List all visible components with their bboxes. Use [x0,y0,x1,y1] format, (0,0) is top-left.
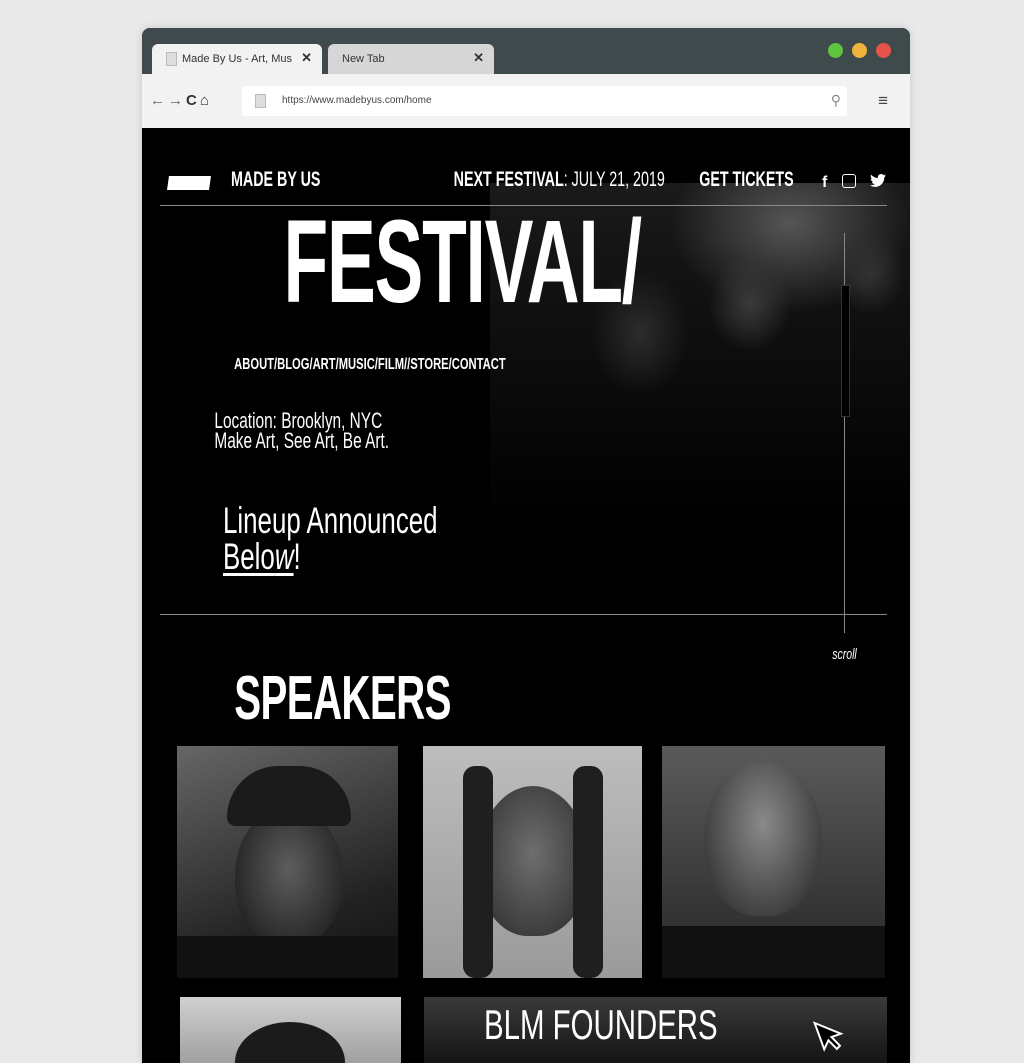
close-window-button[interactable] [876,43,891,58]
page-icon [166,52,177,66]
speakers-heading: SPEAKERS [234,664,451,733]
lineup-line: Lineup Announced [222,500,438,541]
main-nav[interactable]: ABOUT/BLOG/ART/MUSIC/FILM//STORE/CONTACT [234,356,505,374]
forward-icon[interactable]: → [168,92,186,109]
website-content: MADE BY US NEXT FESTIVAL: JULY 21, 2019 … [142,128,910,1063]
tab-new-tab[interactable]: New Tab ✕ [328,44,494,74]
blm-founders-heading: BLM FOUNDERS [484,1001,718,1048]
location-text: Location: Brooklyn, NYC Make Art, See Ar… [214,410,390,453]
back-icon[interactable]: ← [150,92,168,109]
tab-title: New Tab [342,53,385,65]
social-links: f [822,174,896,192]
close-tab-icon[interactable]: ✕ [473,50,484,66]
below-text-w: w [274,536,294,577]
address-bar: ←→C⌂ https://www.madebyus.com/home ⚲ ≡ [142,74,910,129]
browser-window: Made By Us - Art, Music ✕ New Tab ✕ ←→C⌂… [142,28,910,1063]
lineup-callout: Lineup Announced Below! [222,500,438,577]
url-field[interactable]: https://www.madebyus.com/home ⚲ [242,86,847,116]
search-icon[interactable]: ⚲ [831,92,841,109]
speaker-photo[interactable] [662,746,885,978]
exclamation: ! [293,536,301,577]
site-logo[interactable]: MADE BY US [231,168,320,192]
tab-title: Made By Us - Art, Music [182,53,292,65]
home-icon[interactable]: ⌂ [200,92,212,109]
get-tickets-link[interactable]: GET TICKETS [699,168,793,192]
tagline-line: Make Art, See Art, Be Art. [214,428,390,453]
instagram-icon[interactable] [841,174,856,188]
facebook-icon[interactable]: f [822,174,827,191]
close-tab-icon[interactable]: ✕ [301,50,312,66]
scroll-label: scroll [832,646,857,663]
next-festival: NEXT FESTIVAL: JULY 21, 2019 [454,168,665,192]
speaker-photo[interactable] [423,746,642,978]
next-festival-label: NEXT FESTIVAL [453,168,564,191]
twitter-icon[interactable] [870,174,887,191]
speaker-photo[interactable] [177,746,398,978]
logo-mark [167,176,211,190]
below-text: Belo [222,536,275,577]
below-link[interactable]: Below [223,536,294,577]
hero-title: FESTIVAL/ [283,196,643,328]
scroll-thumb[interactable] [841,285,850,417]
tab-made-by-us[interactable]: Made By Us - Art, Music ✕ [152,44,322,74]
browser-titlebar: Made By Us - Art, Music ✕ New Tab ✕ [142,28,910,74]
url-text: https://www.madebyus.com/home [282,95,432,106]
minimize-button[interactable] [852,43,867,58]
speaker-photo[interactable] [180,997,401,1063]
maximize-button[interactable] [828,43,843,58]
next-festival-date: : JULY 21, 2019 [563,168,665,191]
reload-icon[interactable]: C [186,92,200,109]
page-icon [255,94,266,108]
hero-divider [160,614,887,615]
menu-icon[interactable]: ≡ [878,91,888,111]
